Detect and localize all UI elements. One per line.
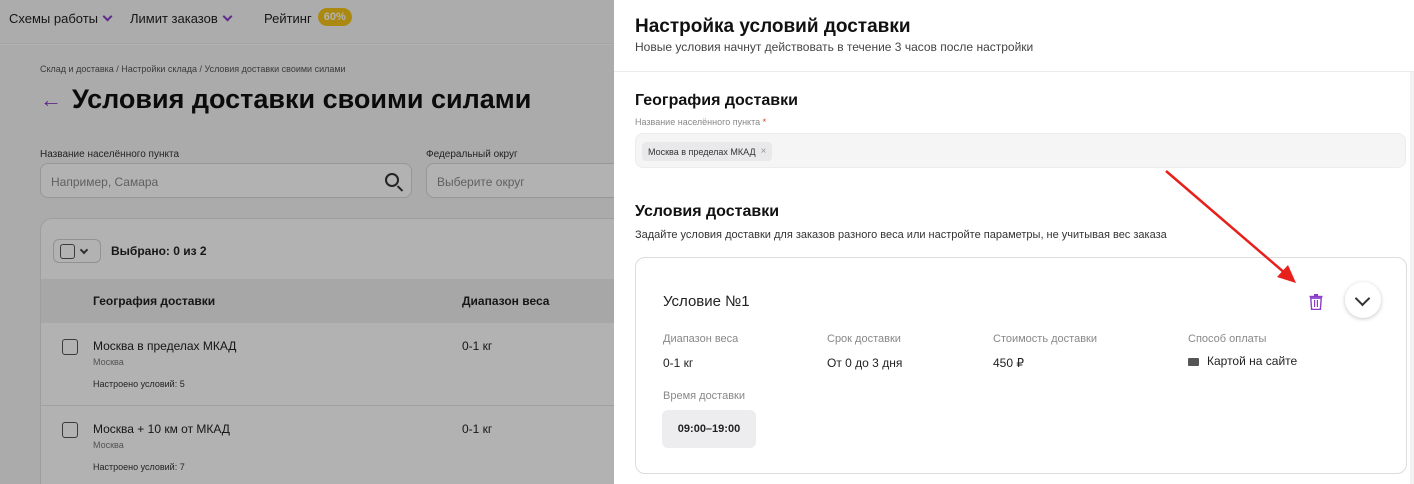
delivery-time-chip: 09:00–19:00 <box>662 410 756 448</box>
delivery-settings-drawer: Настройка условий доставки Новые условия… <box>614 0 1414 484</box>
delivery-cost-value: 450 ₽ <box>993 356 1024 370</box>
trash-icon[interactable] <box>1309 294 1323 310</box>
expand-condition-button[interactable] <box>1345 282 1381 318</box>
delivery-term-label: Срок доставки <box>827 333 901 345</box>
weight-range-label: Диапазон веса <box>663 333 739 345</box>
weight-range-value: 0-1 кг <box>663 356 694 370</box>
delivery-cost-label: Стоимость доставки <box>993 333 1097 345</box>
drawer-header: Настройка условий доставки Новые условия… <box>614 0 1414 72</box>
condition-card: Условие №1 Диапазон веса 0-1 кг Срок дос… <box>635 257 1407 474</box>
chip-remove-icon[interactable]: × <box>761 146 767 157</box>
selected-city-chip: Москва в пределах МКАД × <box>642 142 773 161</box>
payment-method-label: Способ оплаты <box>1188 333 1267 345</box>
drawer-subtitle: Новые условия начнут действовать в течен… <box>635 40 1034 54</box>
geo-section-title: География доставки <box>635 92 798 109</box>
delivery-time-label: Время доставки <box>663 390 746 402</box>
payment-method-value: Картой на сайте <box>1188 354 1297 368</box>
geo-field-label: Название населённого пункта * <box>635 117 767 127</box>
required-mark: * <box>762 117 767 127</box>
delivery-term-value: От 0 до 3 дня <box>827 356 903 370</box>
credit-card-icon <box>1188 357 1199 366</box>
condition-title: Условие №1 <box>663 293 750 310</box>
drawer-scrollbar[interactable] <box>1410 72 1414 484</box>
conditions-section-title: Условия доставки <box>635 203 780 220</box>
chevron-down-icon <box>1354 290 1371 307</box>
geo-city-input[interactable]: Москва в пределах МКАД × <box>635 133 1406 168</box>
conditions-section-description: Задайте условия доставки для заказов раз… <box>635 229 1167 241</box>
modal-overlay[interactable] <box>0 0 614 484</box>
drawer-title: Настройка условий доставки <box>635 16 911 37</box>
